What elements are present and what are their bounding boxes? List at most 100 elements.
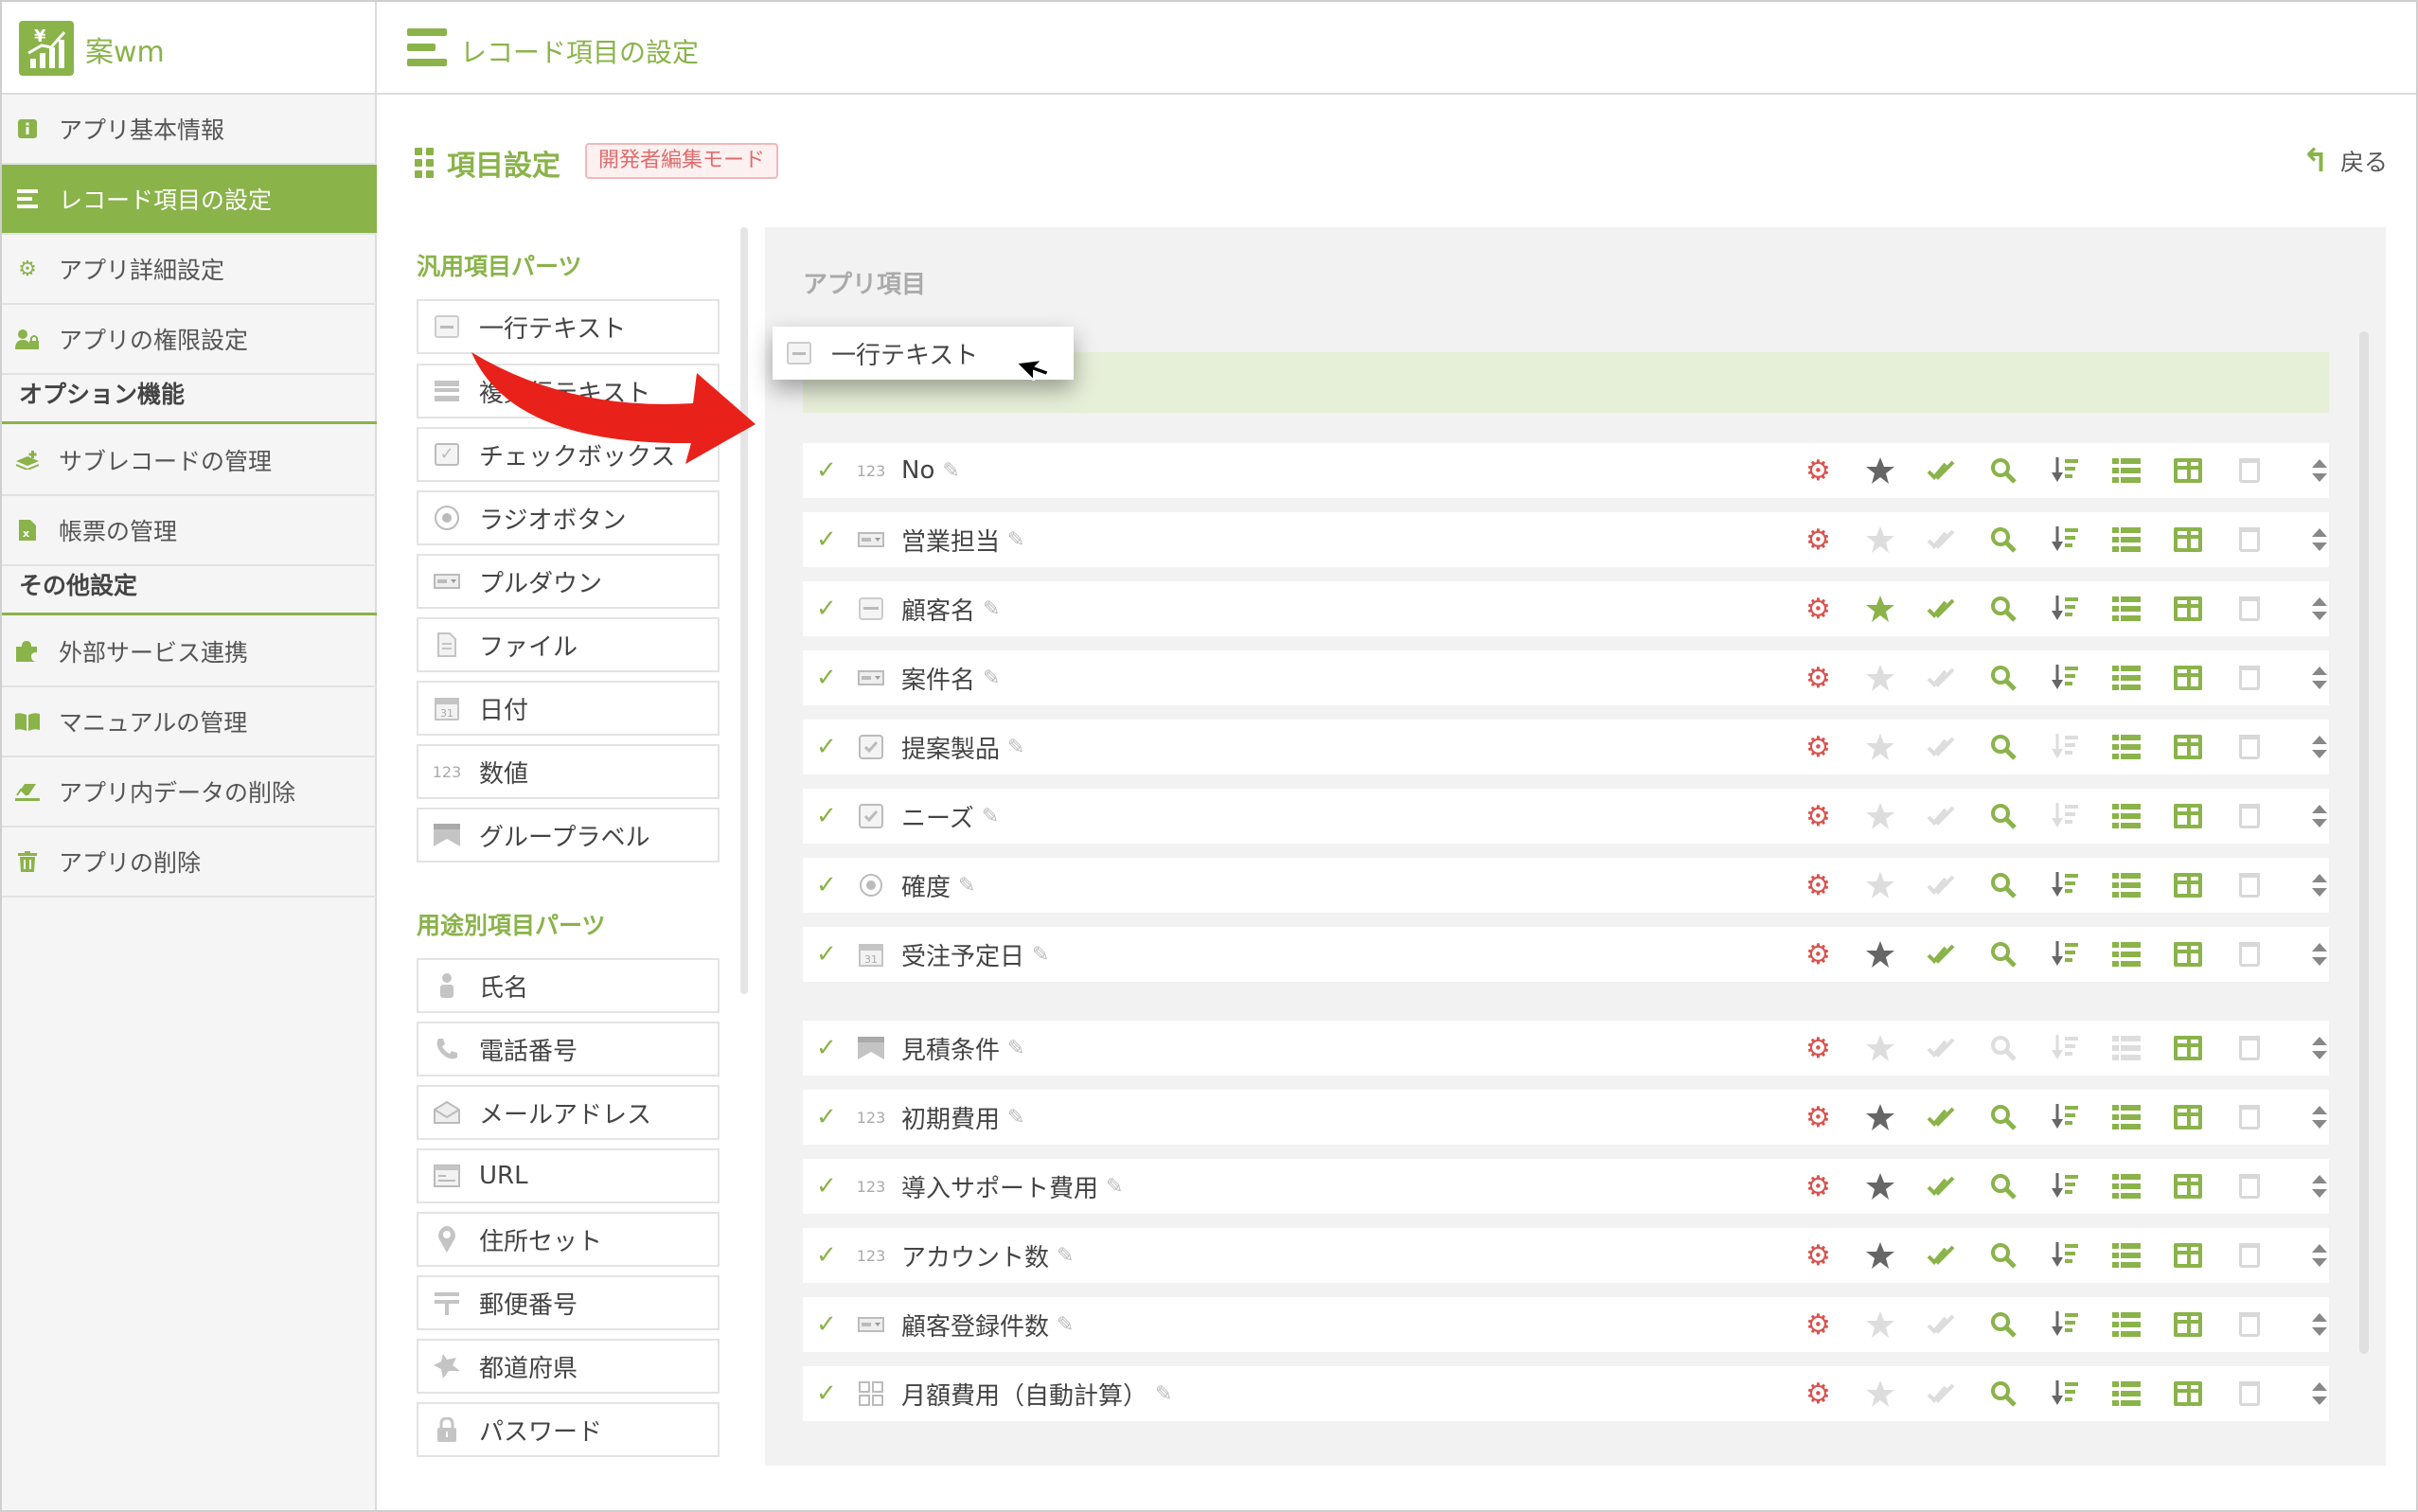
- multi-check-icon[interactable]: [1911, 927, 1972, 982]
- gear-icon[interactable]: ⚙: [1787, 512, 1849, 567]
- search-icon[interactable]: [1972, 789, 2034, 844]
- gear-icon[interactable]: ⚙: [1787, 1021, 1849, 1076]
- search-icon[interactable]: [1972, 927, 2034, 982]
- multi-check-icon[interactable]: [1911, 512, 1972, 567]
- list-view-icon[interactable]: [2095, 581, 2157, 636]
- reorder-icon[interactable]: [2280, 443, 2359, 498]
- sidebar-item-app-details[interactable]: ⚙ アプリ詳細設定: [2, 235, 377, 305]
- sort-icon[interactable]: [2034, 1021, 2095, 1076]
- columns-icon[interactable]: [2157, 720, 2218, 774]
- pencil-icon[interactable]: ✎: [1007, 736, 1024, 759]
- field-row[interactable]: ✓ 顧客名 ✎ ⚙: [803, 581, 2329, 636]
- part-full-name[interactable]: 氏名: [417, 958, 720, 1013]
- check-icon[interactable]: ✓: [816, 1172, 854, 1201]
- star-icon[interactable]: [1849, 1021, 1911, 1076]
- list-view-icon[interactable]: [2095, 1366, 2157, 1421]
- multi-check-icon[interactable]: [1911, 1090, 1972, 1145]
- star-icon[interactable]: [1849, 858, 1911, 913]
- pencil-icon[interactable]: ✎: [983, 667, 1000, 690]
- search-icon[interactable]: [1972, 720, 2034, 774]
- pencil-icon[interactable]: ✎: [1155, 1382, 1172, 1406]
- part-prefecture[interactable]: 都道府県: [417, 1339, 720, 1394]
- search-icon[interactable]: [1972, 1090, 2034, 1145]
- check-icon[interactable]: ✓: [816, 733, 854, 761]
- star-icon[interactable]: [1849, 789, 1911, 844]
- trash-icon[interactable]: [2218, 1159, 2280, 1214]
- gear-icon[interactable]: ⚙: [1787, 1090, 1849, 1145]
- check-icon[interactable]: ✓: [816, 1310, 854, 1339]
- sidebar-item-manual[interactable]: マニュアルの管理: [2, 687, 377, 757]
- check-icon[interactable]: ✓: [816, 940, 854, 969]
- gear-icon[interactable]: ⚙: [1787, 927, 1849, 982]
- reorder-icon[interactable]: [2280, 1297, 2359, 1352]
- sidebar-item-subrecord[interactable]: サブレコードの管理: [2, 426, 377, 496]
- star-icon[interactable]: [1849, 1228, 1911, 1283]
- part-password[interactable]: パスワード: [417, 1402, 720, 1457]
- columns-icon[interactable]: [2157, 1021, 2218, 1076]
- pencil-icon[interactable]: ✎: [1032, 943, 1049, 967]
- sort-icon[interactable]: [2034, 1090, 2095, 1145]
- sort-icon[interactable]: [2034, 927, 2095, 982]
- list-view-icon[interactable]: [2095, 858, 2157, 913]
- field-row[interactable]: ✓ 案件名 ✎ ⚙: [803, 650, 2329, 705]
- back-button[interactable]: ↰ 戻る: [2302, 142, 2388, 180]
- gear-icon[interactable]: ⚙: [1787, 650, 1849, 705]
- star-icon[interactable]: [1849, 720, 1911, 774]
- list-view-icon[interactable]: [2095, 720, 2157, 774]
- search-icon[interactable]: [1972, 1021, 2034, 1076]
- sort-icon[interactable]: [2034, 1366, 2095, 1421]
- pencil-icon[interactable]: ✎: [942, 459, 959, 483]
- columns-icon[interactable]: [2157, 512, 2218, 567]
- reorder-icon[interactable]: [2280, 720, 2359, 774]
- gear-icon[interactable]: ⚙: [1787, 1228, 1849, 1283]
- trash-icon[interactable]: [2218, 927, 2280, 982]
- field-row[interactable]: ✓ 月額費用（自動計算） ✎ ⚙: [803, 1366, 2329, 1421]
- check-icon[interactable]: ✓: [816, 456, 854, 485]
- app-items-scrollbar[interactable]: [2359, 331, 2369, 1354]
- search-icon[interactable]: [1972, 1159, 2034, 1214]
- check-icon[interactable]: ✓: [816, 1379, 854, 1408]
- star-icon[interactable]: [1849, 1366, 1911, 1421]
- star-icon[interactable]: [1849, 443, 1911, 498]
- field-row[interactable]: ✓ 123 導入サポート費用 ✎ ⚙: [803, 1159, 2329, 1214]
- logo-area[interactable]: ¥ 案wm: [2, 2, 377, 95]
- field-row[interactable]: ✓ 123 No ✎ ⚙: [803, 443, 2329, 498]
- search-icon[interactable]: [1972, 512, 2034, 567]
- search-icon[interactable]: [1972, 858, 2034, 913]
- sort-icon[interactable]: [2034, 443, 2095, 498]
- part-url[interactable]: URL: [417, 1148, 720, 1203]
- multi-check-icon[interactable]: [1911, 1159, 1972, 1214]
- field-row[interactable]: ✓ 提案製品 ✎ ⚙: [803, 720, 2329, 774]
- trash-icon[interactable]: [2218, 1090, 2280, 1145]
- sort-icon[interactable]: [2034, 1228, 2095, 1283]
- pencil-icon[interactable]: ✎: [983, 597, 1000, 621]
- sidebar-item-app-basic-info[interactable]: アプリ基本情報: [2, 95, 377, 165]
- sidebar-item-app-permissions[interactable]: アプリの権限設定: [2, 305, 377, 375]
- search-icon[interactable]: [1972, 581, 2034, 636]
- columns-icon[interactable]: [2157, 1159, 2218, 1214]
- sort-icon[interactable]: [2034, 581, 2095, 636]
- gear-icon[interactable]: ⚙: [1787, 1159, 1849, 1214]
- columns-icon[interactable]: [2157, 650, 2218, 705]
- pencil-icon[interactable]: ✎: [1007, 1106, 1024, 1130]
- sort-icon[interactable]: [2034, 512, 2095, 567]
- check-icon[interactable]: ✓: [816, 525, 854, 554]
- pencil-icon[interactable]: ✎: [1106, 1175, 1123, 1199]
- field-row[interactable]: ✓ 123 アカウント数 ✎ ⚙: [803, 1228, 2329, 1283]
- part-email[interactable]: メールアドレス: [417, 1085, 720, 1140]
- reorder-icon[interactable]: [2280, 858, 2359, 913]
- part-group-label[interactable]: グループラベル: [417, 808, 720, 863]
- multi-check-icon[interactable]: [1911, 650, 1972, 705]
- sort-icon[interactable]: [2034, 858, 2095, 913]
- trash-icon[interactable]: [2218, 1228, 2280, 1283]
- list-view-icon[interactable]: [2095, 1297, 2157, 1352]
- check-icon[interactable]: ✓: [816, 1241, 854, 1270]
- trash-icon[interactable]: [2218, 720, 2280, 774]
- list-view-icon[interactable]: [2095, 1228, 2157, 1283]
- check-icon[interactable]: ✓: [816, 871, 854, 899]
- trash-icon[interactable]: [2218, 581, 2280, 636]
- multi-check-icon[interactable]: [1911, 581, 1972, 636]
- field-row[interactable]: ✓ 31 受注予定日 ✎ ⚙: [803, 927, 2329, 982]
- multi-check-icon[interactable]: [1911, 1297, 1972, 1352]
- list-view-icon[interactable]: [2095, 1159, 2157, 1214]
